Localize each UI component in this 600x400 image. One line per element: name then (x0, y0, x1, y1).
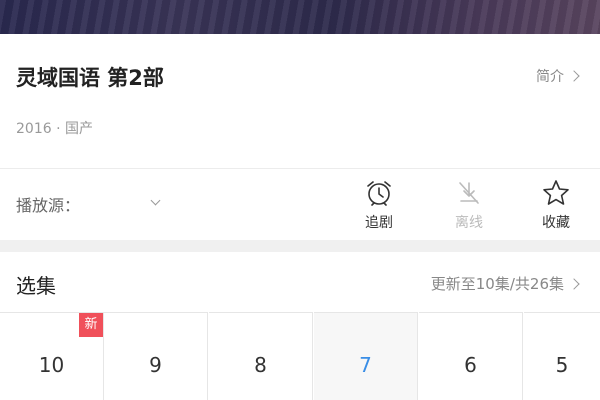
intro-link[interactable]: 简介 (536, 66, 580, 86)
offline-label: 离线 (455, 215, 483, 231)
play-source-label: 播放源： (16, 196, 81, 215)
chevron-right-icon (568, 277, 580, 290)
alarm-clock-icon (367, 181, 391, 206)
episode-item[interactable]: 6 (419, 312, 523, 400)
episodes-update-text: 更新至10集/共26集 (430, 275, 564, 293)
play-source-selector[interactable]: 播放源： (16, 192, 161, 216)
episode-item-selected[interactable]: 7 (314, 312, 418, 400)
episode-list: 10 新 9 8 7 6 5 (0, 312, 600, 400)
episodes-update-link[interactable]: 更新至10集/共26集 (430, 273, 580, 294)
episodes-title: 选集 (16, 274, 56, 298)
episode-number: 7 (359, 353, 372, 377)
episode-item[interactable]: 8 (209, 312, 313, 400)
follow-button[interactable]: 追剧 (349, 178, 409, 232)
episode-item[interactable]: 9 (104, 312, 208, 400)
episode-item[interactable]: 5 (524, 312, 600, 400)
offline-button[interactable]: 离线 (439, 178, 499, 232)
episode-number: 6 (464, 353, 477, 377)
episode-item[interactable]: 10 新 (0, 312, 104, 400)
episode-number: 9 (149, 353, 162, 377)
divider (0, 168, 600, 169)
cover-banner (0, 0, 600, 34)
star-icon (543, 180, 569, 205)
chevron-right-icon (568, 70, 580, 82)
episode-number: 5 (555, 353, 569, 377)
new-badge: 新 (79, 313, 103, 337)
show-title: 灵域国语 第2部 (16, 66, 164, 90)
favorite-label: 收藏 (542, 215, 570, 231)
show-meta: 2016 · 国产 (16, 121, 93, 137)
episode-number: 8 (254, 353, 267, 377)
favorite-button[interactable]: 收藏 (526, 178, 586, 232)
intro-label: 简介 (536, 69, 564, 85)
offline-download-icon (459, 182, 479, 204)
section-separator (0, 240, 600, 252)
follow-label: 追剧 (365, 215, 393, 231)
chevron-down-icon[interactable] (150, 195, 161, 206)
